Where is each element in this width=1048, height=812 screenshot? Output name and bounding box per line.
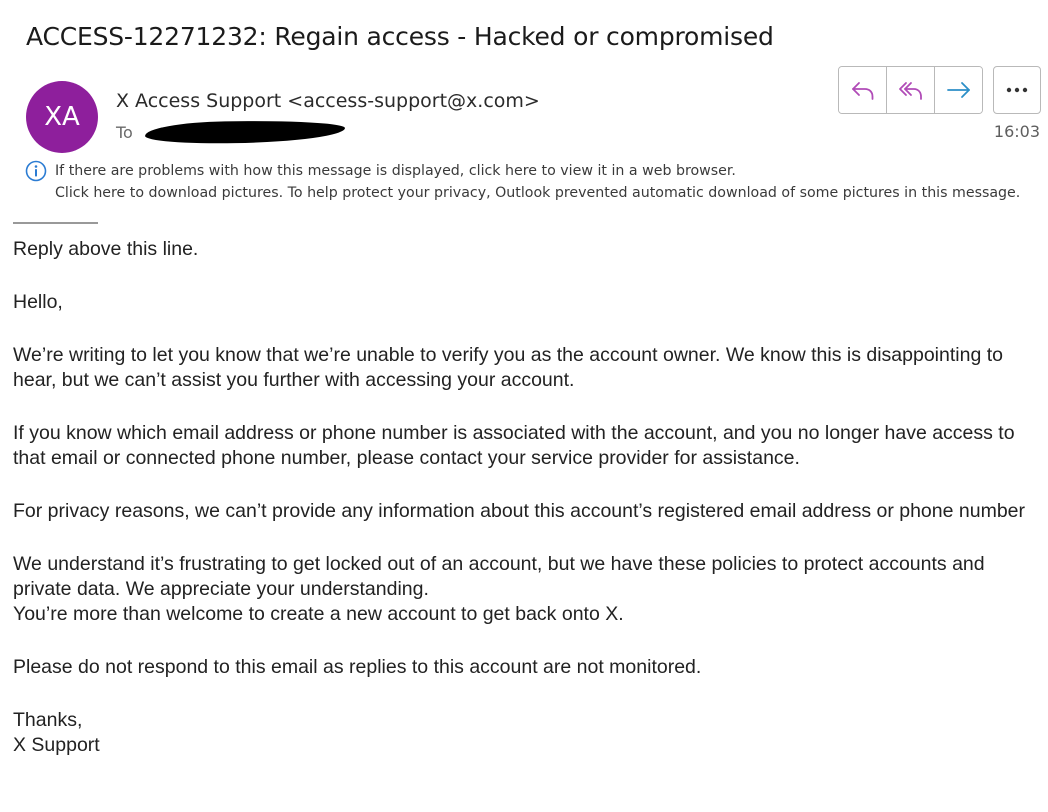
more-options-icon: [1006, 87, 1028, 93]
reply-icon: [851, 82, 873, 100]
received-time: 16:03: [993, 122, 1040, 141]
email-subject: ACCESS-12271232: Regain access - Hacked …: [26, 22, 774, 51]
greeting: Hello,: [13, 291, 63, 313]
forward-button[interactable]: [935, 67, 982, 113]
recipient-redacted: [144, 119, 346, 145]
paragraph-5: Please do not respond to this email as r…: [13, 656, 702, 678]
download-pictures-notice[interactable]: Click here to download pictures. To help…: [55, 185, 1020, 201]
reply-button[interactable]: [839, 67, 887, 113]
view-in-browser-notice[interactable]: If there are problems with how this mess…: [55, 163, 736, 179]
paragraph-4a: We understand it’s frustrating to get lo…: [13, 553, 985, 600]
email-body: —————— Reply above this line. Hello, We’…: [13, 212, 1043, 758]
sender-avatar[interactable]: XA: [26, 81, 98, 153]
paragraph-3: For privacy reasons, we can’t provide an…: [13, 500, 1026, 522]
closing: Thanks,: [13, 709, 83, 731]
reply-all-icon: [898, 82, 922, 100]
reply-separator: ——————: [13, 214, 98, 231]
signature: X Support: [13, 734, 100, 756]
paragraph-4b: You’re more than welcome to create a new…: [13, 603, 624, 625]
paragraph-1: We’re writing to let you know that we’re…: [13, 344, 1003, 391]
recipient-row: To: [116, 119, 346, 145]
reply-above-line: Reply above this line.: [13, 238, 199, 260]
message-actions: [838, 66, 983, 114]
to-label: To: [116, 122, 133, 142]
sender-name[interactable]: X Access Support <access-support@x.com>: [116, 90, 540, 112]
more-options-button[interactable]: [993, 66, 1041, 114]
paragraph-2: If you know which email address or phone…: [13, 422, 1015, 469]
forward-icon: [946, 82, 970, 98]
reply-all-button[interactable]: [887, 67, 935, 113]
info-icon: [25, 160, 47, 182]
